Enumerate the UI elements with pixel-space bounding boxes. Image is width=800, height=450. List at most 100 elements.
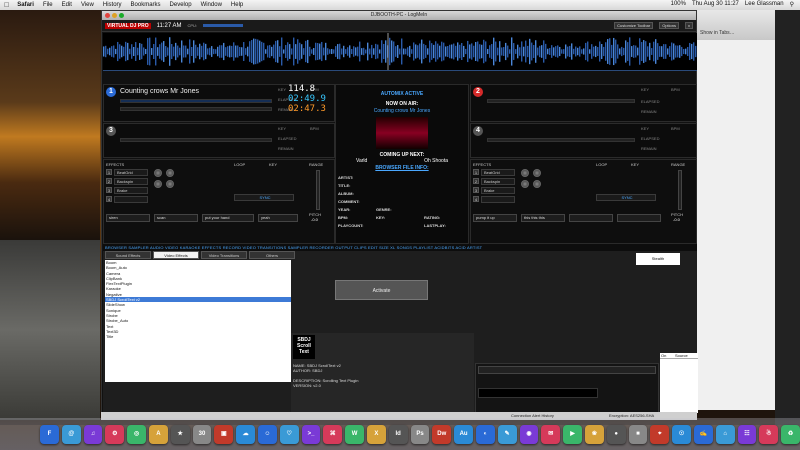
dock-app-icon[interactable]: Au xyxy=(454,424,473,444)
customize-toolbar-button[interactable]: Customize Toolbar xyxy=(614,22,654,29)
right-fx-knob-4[interactable] xyxy=(533,180,541,188)
left-fx-slot-2[interactable]: Backspin xyxy=(114,178,148,185)
activate-button[interactable]: Activate xyxy=(335,280,428,300)
left-fx-knob-4[interactable] xyxy=(166,180,174,188)
dock-app-icon[interactable]: ☉ xyxy=(672,424,691,444)
deck-4-progress[interactable] xyxy=(487,138,635,142)
right-hotcue-3[interactable] xyxy=(569,214,613,222)
zoom-window-icon[interactable] xyxy=(119,13,124,18)
show-in-tabs-link[interactable]: Show in Tabs… xyxy=(700,30,735,36)
right-fx-knob-3[interactable] xyxy=(521,180,529,188)
dock-app-icon[interactable]: ✉ xyxy=(541,424,561,444)
right-hotcue-2[interactable]: this this this xyxy=(521,214,565,222)
dock-app-icon[interactable]: W xyxy=(345,424,364,444)
stealth-button[interactable]: Stealth xyxy=(636,253,680,265)
dock-app-icon[interactable]: ★ xyxy=(170,424,190,444)
left-sync-button[interactable]: SYNC xyxy=(234,194,294,201)
right-fx-knob-1[interactable] xyxy=(521,169,529,177)
dock-app-icon[interactable]: ● xyxy=(606,424,626,444)
right-fx-slot-2[interactable]: Backspin xyxy=(481,178,515,185)
close-app-button[interactable]: x xyxy=(685,22,693,29)
dock-app-icon[interactable]: ⌂ xyxy=(715,424,735,444)
mini-player-toolbar[interactable] xyxy=(478,366,656,374)
left-hotcue-2[interactable]: scan xyxy=(154,214,198,222)
deck-1-mini-wave[interactable] xyxy=(120,107,272,111)
battery-status[interactable]: 100% xyxy=(671,1,686,8)
deck-3-number[interactable]: 3 xyxy=(106,126,116,136)
deck-1-number[interactable]: 1 xyxy=(106,87,116,97)
dock-app-icon[interactable]: ✍ xyxy=(693,424,713,444)
waveform-display[interactable] xyxy=(103,33,697,71)
dock-app-icon[interactable]: @ xyxy=(61,424,81,444)
deck-4-number[interactable]: 4 xyxy=(473,126,483,136)
menu-help[interactable]: Help xyxy=(231,2,243,8)
dock-app-icon[interactable]: ▣ xyxy=(214,424,234,444)
dock-app-icon[interactable]: 30 xyxy=(192,424,212,444)
right-fx-slot-1[interactable]: BeatGrid xyxy=(481,169,515,176)
deck-3-progress[interactable] xyxy=(120,138,272,142)
tab-video-transitions[interactable]: Video Transitions xyxy=(201,251,247,259)
deck-2-progress[interactable] xyxy=(487,99,635,103)
deck-2-number[interactable]: 2 xyxy=(473,87,483,97)
dock-app-icon[interactable]: ☷ xyxy=(737,424,757,444)
left-pitch-fader[interactable] xyxy=(316,170,320,210)
view-tabs-row[interactable]: BROWSER SAMPLER AUDIO VIDEO KARAOKE EFFE… xyxy=(103,244,697,251)
menubar-clock[interactable]: Thu Aug 30 11:27 xyxy=(692,1,739,8)
video-plugin-list[interactable]: Boom Boom_Auto Camera ClipBank FlexTextP… xyxy=(105,260,291,382)
right-sync-button[interactable]: SYNC xyxy=(596,194,656,201)
left-fx-slot-4[interactable] xyxy=(114,196,148,203)
dock-app-icon[interactable]: ♻ xyxy=(781,424,800,444)
dock-app-icon[interactable]: ◎ xyxy=(127,424,147,444)
dock-app-icon[interactable]: ❀ xyxy=(584,424,604,444)
dock-app-icon[interactable]: Ps xyxy=(410,424,430,444)
options-button[interactable]: Options xyxy=(659,22,679,29)
video-preview[interactable] xyxy=(376,117,428,149)
col-on[interactable]: On xyxy=(660,353,674,358)
dock-app-icon[interactable]: ■ xyxy=(628,424,648,444)
deck-1-progress[interactable] xyxy=(120,99,272,103)
dock-app-icon[interactable]: ☁ xyxy=(236,424,256,444)
right-hotcue-1[interactable]: pump it up xyxy=(473,214,517,222)
plugin-item[interactable]: Title xyxy=(105,334,291,339)
menu-history[interactable]: History xyxy=(103,2,122,8)
right-fx-knob-2[interactable] xyxy=(533,169,541,177)
minimize-window-icon[interactable] xyxy=(112,13,117,18)
dock-app-icon[interactable]: ⌘ xyxy=(323,424,343,444)
menu-edit[interactable]: Edit xyxy=(62,2,72,8)
tab-sound-effects[interactable]: Sound Effects xyxy=(105,251,151,259)
right-pitch-fader[interactable] xyxy=(678,170,682,210)
spotlight-icon[interactable]: ⚲ xyxy=(790,1,794,8)
menu-window[interactable]: Window xyxy=(201,2,222,8)
dock-app-icon[interactable]: ♡ xyxy=(279,424,299,444)
dock-app-icon[interactable]: ♫ xyxy=(83,424,103,444)
dock-app-icon[interactable]: ✎ xyxy=(497,424,517,444)
menubar-user[interactable]: Lee Glassman xyxy=(745,1,784,8)
dock-app-icon[interactable]: F xyxy=(40,424,59,444)
right-fx-slot-4[interactable] xyxy=(481,196,515,203)
left-hotcue-4[interactable]: yeah xyxy=(258,214,298,222)
menu-safari[interactable]: Safari xyxy=(17,2,34,8)
left-fx-slot-3[interactable]: Brake xyxy=(114,187,148,194)
automix-status[interactable]: AUTOMIX ACTIVE xyxy=(336,91,468,97)
left-fx-knob-2[interactable] xyxy=(166,169,174,177)
left-fx-knob-1[interactable] xyxy=(154,169,162,177)
dock-app-icon[interactable]: ◐ xyxy=(475,424,495,444)
left-fx-knob-3[interactable] xyxy=(154,180,162,188)
dock-app-icon[interactable]: ☃ xyxy=(759,424,779,444)
right-hotcue-4[interactable] xyxy=(617,214,661,222)
dock-app-icon[interactable]: Id xyxy=(388,424,408,444)
dock-app-icon[interactable]: X xyxy=(367,424,386,444)
dock-app-icon[interactable]: ☺ xyxy=(258,424,277,444)
right-fx-slot-3[interactable]: Brake xyxy=(481,187,515,194)
tab-video-effects[interactable]: Video Effects xyxy=(153,251,199,259)
left-fx-slot-1[interactable]: BeatGrid xyxy=(114,169,148,176)
menu-develop[interactable]: Develop xyxy=(170,2,192,8)
dock-app-icon[interactable]: Dw xyxy=(432,424,452,444)
col-source[interactable]: Source xyxy=(674,353,698,358)
dock-app-icon[interactable]: A xyxy=(149,424,168,444)
left-hotcue-3[interactable]: put your hand xyxy=(202,214,254,222)
dock-app-icon[interactable]: ▶ xyxy=(563,424,582,444)
tab-others[interactable]: Others xyxy=(249,251,295,259)
menu-file[interactable]: File xyxy=(43,2,53,8)
apple-menu-icon[interactable]:  xyxy=(4,2,9,9)
